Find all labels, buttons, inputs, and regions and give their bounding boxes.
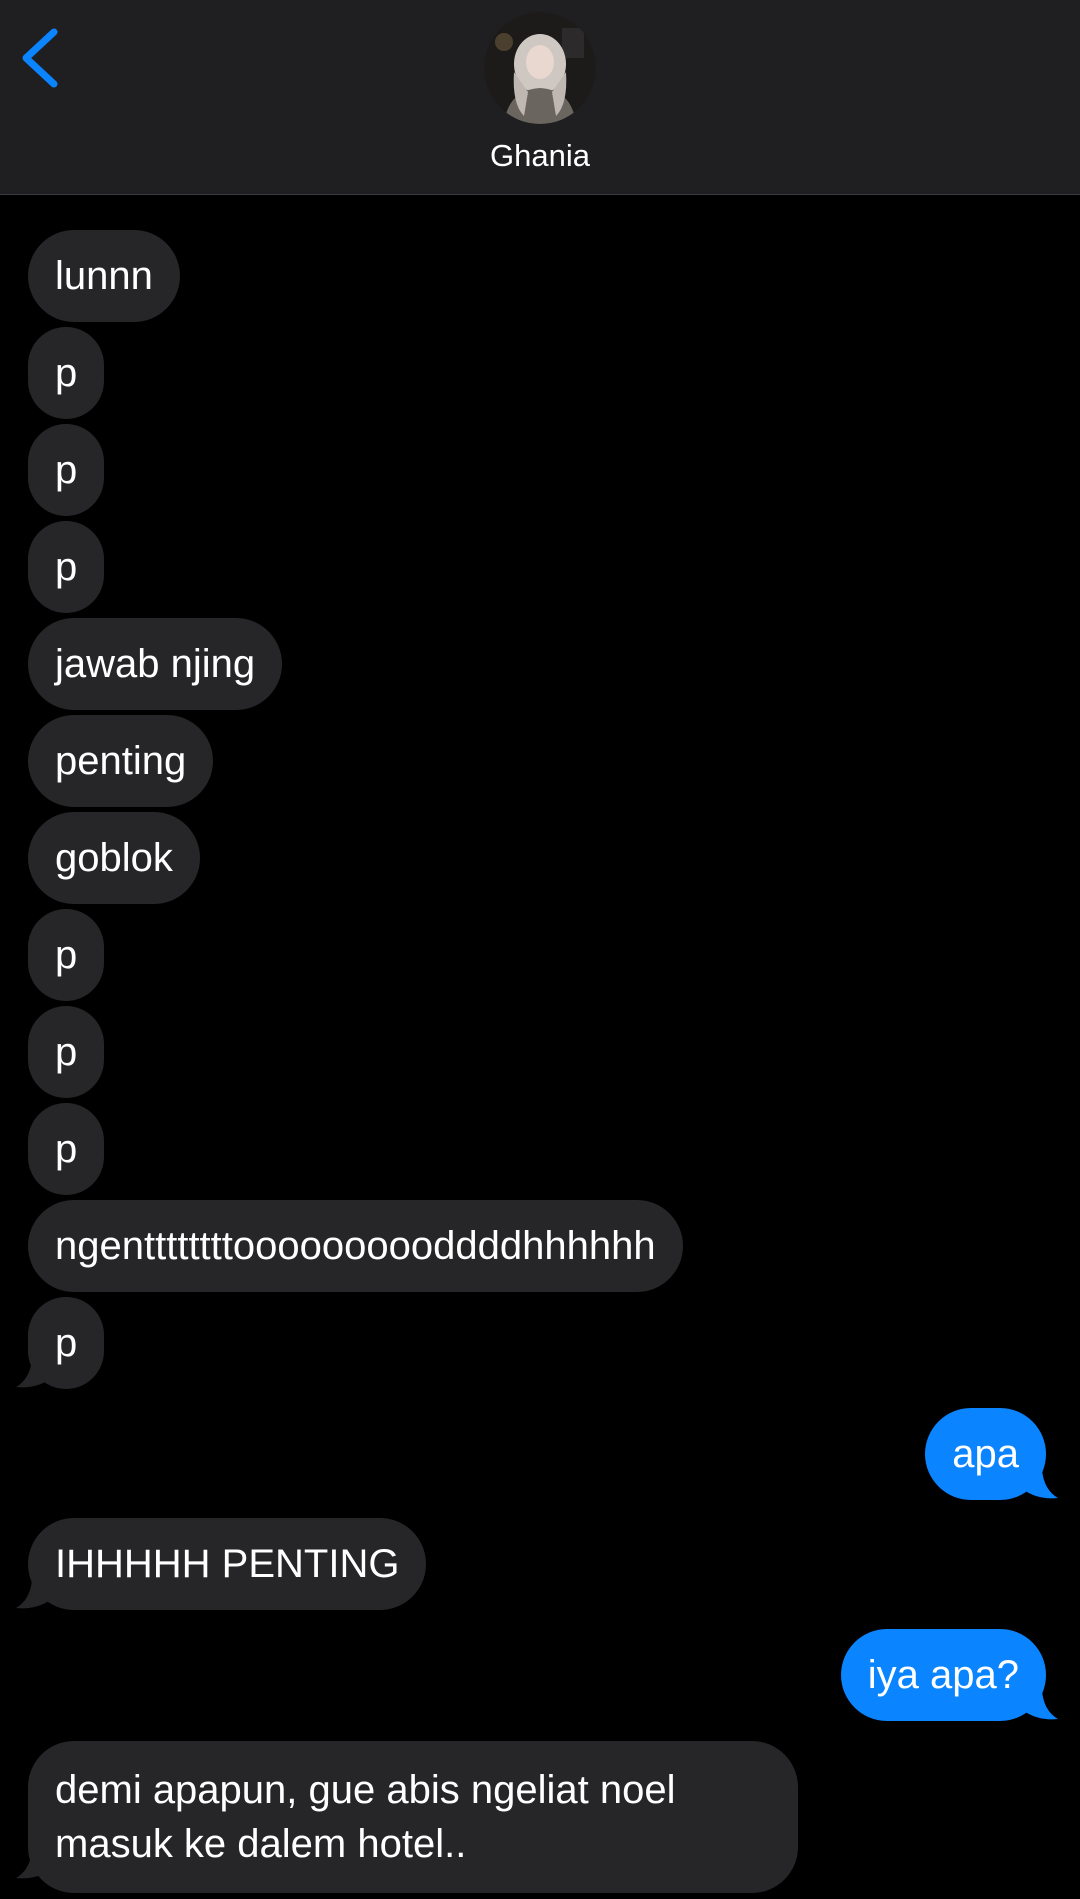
message-bubble-incoming[interactable]: p <box>28 327 105 419</box>
message-bubble-incoming[interactable]: demi apapun, gue abis ngeliat noel masuk… <box>28 1741 798 1893</box>
message-bubble-incoming[interactable]: p <box>28 1103 105 1195</box>
bubble-tail-incoming <box>16 1850 50 1879</box>
message-bubble-outgoing[interactable]: iya apa? <box>840 1629 1046 1721</box>
contact-name[interactable]: Ghania <box>0 136 1080 176</box>
chevron-left-icon <box>22 28 58 88</box>
message-bubble-incoming[interactable]: penting <box>28 715 214 807</box>
message-bubble-incoming[interactable]: p <box>28 424 105 516</box>
message-bubble-incoming[interactable]: jawab njing <box>28 618 283 710</box>
chat-header: Ghania <box>0 0 1080 195</box>
message-bubble-incoming[interactable]: p <box>28 909 105 1001</box>
bubble-tail-incoming <box>16 1580 50 1609</box>
message-bubble-incoming[interactable]: lunnn <box>28 230 180 322</box>
bubble-tail-outgoing <box>1024 1470 1058 1499</box>
bubble-tail-incoming <box>16 1359 50 1388</box>
message-bubble-incoming[interactable]: p <box>28 521 105 613</box>
message-bubble-incoming[interactable]: p <box>28 1006 105 1098</box>
contact-photo <box>484 12 596 124</box>
bubble-tail-outgoing <box>1024 1691 1058 1720</box>
message-bubble-incoming[interactable]: ngenttttttttoooooooooddddhhhhhh <box>28 1200 683 1292</box>
message-thread[interactable]: lunnn p p p jawab njing penting goblok p… <box>0 195 1080 1899</box>
message-bubble-incoming[interactable]: IHHHHH PENTING <box>28 1518 427 1610</box>
avatar[interactable] <box>484 12 596 124</box>
message-bubble-incoming[interactable]: goblok <box>28 812 200 904</box>
back-button[interactable] <box>12 22 72 94</box>
